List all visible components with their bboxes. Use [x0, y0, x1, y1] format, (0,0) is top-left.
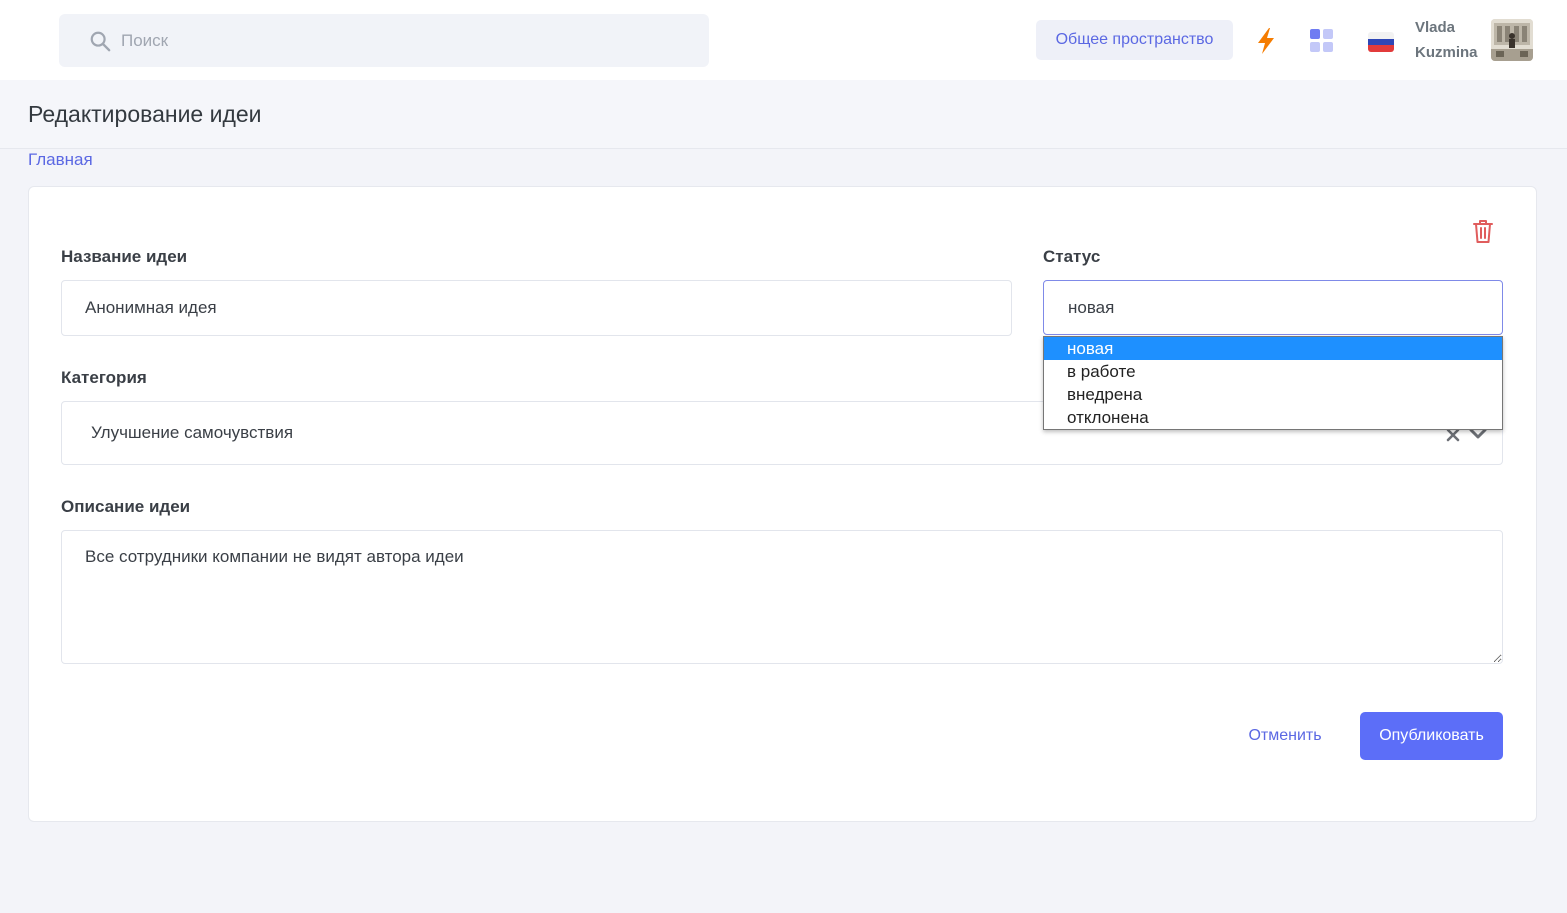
trash-icon[interactable] — [1471, 218, 1495, 244]
user-name[interactable]: Vlada Kuzmina — [1415, 15, 1485, 65]
apps-icon[interactable] — [1310, 29, 1334, 53]
status-option-implemented[interactable]: внедрена — [1044, 383, 1502, 406]
cancel-button[interactable]: Отменить — [1230, 712, 1340, 760]
search-box[interactable] — [59, 14, 709, 67]
page-title: Редактирование идеи — [28, 101, 262, 127]
status-option-in-progress[interactable]: в работе — [1044, 360, 1502, 383]
avatar[interactable] — [1491, 19, 1533, 61]
bolt-icon[interactable] — [1255, 27, 1277, 55]
status-label: Статус — [1043, 247, 1101, 266]
status-option-new[interactable]: новая — [1044, 337, 1502, 360]
publish-button[interactable]: Опубликовать — [1360, 712, 1503, 760]
flag-icon[interactable] — [1368, 32, 1394, 52]
status-select[interactable]: новая — [1043, 280, 1503, 335]
status-option-rejected[interactable]: отклонена — [1044, 406, 1502, 429]
breadcrumb-home[interactable]: Главная — [28, 150, 93, 170]
search-input[interactable] — [121, 30, 681, 51]
idea-name-input[interactable] — [61, 280, 1012, 336]
idea-name-label: Название идеи — [61, 247, 188, 266]
category-value: Улучшение самочувствия — [91, 423, 294, 442]
top-bar: Общее пространство Vlada Kuzmina — [0, 0, 1567, 80]
status-select-value: новая — [1068, 297, 1115, 317]
description-textarea[interactable]: Все сотрудники компании не видят автора … — [61, 530, 1503, 664]
description-label: Описание идеи — [61, 497, 191, 516]
status-dropdown: новая в работе внедрена отклонена — [1043, 336, 1503, 430]
workspace-button[interactable]: Общее пространство — [1036, 20, 1233, 60]
category-label: Категория — [61, 368, 147, 387]
search-icon — [90, 31, 111, 51]
clear-icon[interactable] — [1446, 428, 1460, 442]
